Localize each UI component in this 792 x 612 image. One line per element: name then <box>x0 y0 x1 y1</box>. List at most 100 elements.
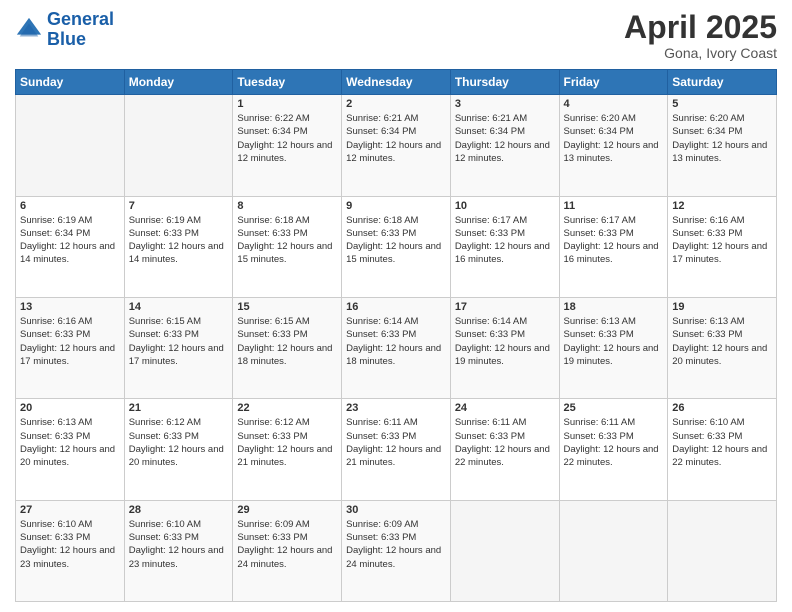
day-info: Sunrise: 6:22 AMSunset: 6:34 PMDaylight:… <box>237 112 337 165</box>
day-info: Sunrise: 6:15 AMSunset: 6:33 PMDaylight:… <box>129 315 229 368</box>
day-info: Sunrise: 6:17 AMSunset: 6:33 PMDaylight:… <box>455 214 555 267</box>
day-info: Sunrise: 6:10 AMSunset: 6:33 PMDaylight:… <box>672 416 772 469</box>
calendar-week-row: 13 Sunrise: 6:16 AMSunset: 6:33 PMDayligh… <box>16 297 777 398</box>
day-number: 29 <box>237 504 337 516</box>
day-info: Sunrise: 6:11 AMSunset: 6:33 PMDaylight:… <box>455 416 555 469</box>
calendar-cell: 11 Sunrise: 6:17 AMSunset: 6:33 PMDayligh… <box>559 196 668 297</box>
day-number: 10 <box>455 200 555 212</box>
calendar-cell: 24 Sunrise: 6:11 AMSunset: 6:33 PMDayligh… <box>450 399 559 500</box>
calendar-cell: 2 Sunrise: 6:21 AMSunset: 6:34 PMDaylight… <box>342 95 451 196</box>
calendar-dow-friday: Friday <box>559 70 668 95</box>
day-info: Sunrise: 6:09 AMSunset: 6:33 PMDaylight:… <box>237 518 337 571</box>
day-number: 25 <box>564 402 664 414</box>
calendar-table: SundayMondayTuesdayWednesdayThursdayFrid… <box>15 69 777 602</box>
day-number: 22 <box>237 402 337 414</box>
day-number: 13 <box>20 301 120 313</box>
day-number: 2 <box>346 98 446 110</box>
header: General Blue April 2025 Gona, Ivory Coas… <box>15 10 777 61</box>
day-info: Sunrise: 6:18 AMSunset: 6:33 PMDaylight:… <box>346 214 446 267</box>
day-number: 28 <box>129 504 229 516</box>
day-info: Sunrise: 6:13 AMSunset: 6:33 PMDaylight:… <box>564 315 664 368</box>
calendar-header-row: SundayMondayTuesdayWednesdayThursdayFrid… <box>16 70 777 95</box>
day-number: 3 <box>455 98 555 110</box>
day-number: 11 <box>564 200 664 212</box>
logo-icon <box>15 16 43 44</box>
day-info: Sunrise: 6:19 AMSunset: 6:34 PMDaylight:… <box>20 214 120 267</box>
day-number: 8 <box>237 200 337 212</box>
calendar-cell: 18 Sunrise: 6:13 AMSunset: 6:33 PMDayligh… <box>559 297 668 398</box>
day-info: Sunrise: 6:10 AMSunset: 6:33 PMDaylight:… <box>129 518 229 571</box>
day-number: 20 <box>20 402 120 414</box>
calendar-dow-wednesday: Wednesday <box>342 70 451 95</box>
day-info: Sunrise: 6:20 AMSunset: 6:34 PMDaylight:… <box>672 112 772 165</box>
day-number: 23 <box>346 402 446 414</box>
logo-line1: General <box>47 9 114 29</box>
calendar-cell: 8 Sunrise: 6:18 AMSunset: 6:33 PMDaylight… <box>233 196 342 297</box>
day-info: Sunrise: 6:10 AMSunset: 6:33 PMDaylight:… <box>20 518 120 571</box>
day-number: 18 <box>564 301 664 313</box>
day-info: Sunrise: 6:21 AMSunset: 6:34 PMDaylight:… <box>455 112 555 165</box>
day-info: Sunrise: 6:14 AMSunset: 6:33 PMDaylight:… <box>346 315 446 368</box>
calendar-cell: 16 Sunrise: 6:14 AMSunset: 6:33 PMDayligh… <box>342 297 451 398</box>
calendar-cell: 6 Sunrise: 6:19 AMSunset: 6:34 PMDaylight… <box>16 196 125 297</box>
calendar-cell: 29 Sunrise: 6:09 AMSunset: 6:33 PMDayligh… <box>233 500 342 601</box>
calendar-cell: 17Sunrise: 6:14 AMSunset: 6:33 PMDayligh… <box>450 297 559 398</box>
calendar-cell: 26 Sunrise: 6:10 AMSunset: 6:33 PMDayligh… <box>668 399 777 500</box>
day-info: Sunrise: 6:17 AMSunset: 6:33 PMDaylight:… <box>564 214 664 267</box>
day-number: 24 <box>455 402 555 414</box>
day-info: Sunrise: 6:13 AMSunset: 6:33 PMDaylight:… <box>672 315 772 368</box>
day-info: Sunrise: 6:18 AMSunset: 6:33 PMDaylight:… <box>237 214 337 267</box>
calendar-cell: 10 Sunrise: 6:17 AMSunset: 6:33 PMDayligh… <box>450 196 559 297</box>
day-info: Sunrise: 6:12 AMSunset: 6:33 PMDaylight:… <box>237 416 337 469</box>
day-number: 7 <box>129 200 229 212</box>
calendar-cell <box>16 95 125 196</box>
day-number: 16 <box>346 301 446 313</box>
calendar-cell: 7Sunrise: 6:19 AMSunset: 6:33 PMDaylight… <box>124 196 233 297</box>
calendar-week-row: 6 Sunrise: 6:19 AMSunset: 6:34 PMDaylight… <box>16 196 777 297</box>
calendar-cell: 21Sunrise: 6:12 AMSunset: 6:33 PMDayligh… <box>124 399 233 500</box>
day-info: Sunrise: 6:21 AMSunset: 6:34 PMDaylight:… <box>346 112 446 165</box>
logo-text: General Blue <box>47 10 114 50</box>
day-number: 30 <box>346 504 446 516</box>
day-info: Sunrise: 6:11 AMSunset: 6:33 PMDaylight:… <box>564 416 664 469</box>
calendar-cell: 25 Sunrise: 6:11 AMSunset: 6:33 PMDayligh… <box>559 399 668 500</box>
calendar-cell: 14 Sunrise: 6:15 AMSunset: 6:33 PMDayligh… <box>124 297 233 398</box>
day-info: Sunrise: 6:11 AMSunset: 6:33 PMDaylight:… <box>346 416 446 469</box>
calendar-dow-tuesday: Tuesday <box>233 70 342 95</box>
calendar-cell: 23 Sunrise: 6:11 AMSunset: 6:33 PMDayligh… <box>342 399 451 500</box>
day-info: Sunrise: 6:14 AMSunset: 6:33 PMDaylight:… <box>455 315 555 368</box>
day-number: 14 <box>129 301 229 313</box>
calendar-week-row: 27 Sunrise: 6:10 AMSunset: 6:33 PMDayligh… <box>16 500 777 601</box>
day-number: 5 <box>672 98 772 110</box>
day-info: Sunrise: 6:13 AMSunset: 6:33 PMDaylight:… <box>20 416 120 469</box>
day-number: 4 <box>564 98 664 110</box>
day-number: 6 <box>20 200 120 212</box>
calendar-cell: 28 Sunrise: 6:10 AMSunset: 6:33 PMDayligh… <box>124 500 233 601</box>
day-number: 12 <box>672 200 772 212</box>
calendar-cell <box>450 500 559 601</box>
calendar-cell: 22 Sunrise: 6:12 AMSunset: 6:33 PMDayligh… <box>233 399 342 500</box>
day-info: Sunrise: 6:15 AMSunset: 6:33 PMDaylight:… <box>237 315 337 368</box>
day-info: Sunrise: 6:20 AMSunset: 6:34 PMDaylight:… <box>564 112 664 165</box>
day-number: 15 <box>237 301 337 313</box>
calendar-week-row: 1Sunrise: 6:22 AMSunset: 6:34 PMDaylight… <box>16 95 777 196</box>
calendar-cell: 3 Sunrise: 6:21 AMSunset: 6:34 PMDaylight… <box>450 95 559 196</box>
day-info: Sunrise: 6:09 AMSunset: 6:33 PMDaylight:… <box>346 518 446 571</box>
calendar-cell: 4 Sunrise: 6:20 AMSunset: 6:34 PMDaylight… <box>559 95 668 196</box>
day-number: 26 <box>672 402 772 414</box>
calendar-cell: 15 Sunrise: 6:15 AMSunset: 6:33 PMDayligh… <box>233 297 342 398</box>
day-info: Sunrise: 6:12 AMSunset: 6:33 PMDaylight:… <box>129 416 229 469</box>
calendar-cell <box>559 500 668 601</box>
calendar-week-row: 20 Sunrise: 6:13 AMSunset: 6:33 PMDayligh… <box>16 399 777 500</box>
day-number: 27 <box>20 504 120 516</box>
day-number: 9 <box>346 200 446 212</box>
day-info: Sunrise: 6:16 AMSunset: 6:33 PMDaylight:… <box>20 315 120 368</box>
calendar-cell: 20 Sunrise: 6:13 AMSunset: 6:33 PMDayligh… <box>16 399 125 500</box>
calendar-dow-monday: Monday <box>124 70 233 95</box>
location-subtitle: Gona, Ivory Coast <box>624 45 777 61</box>
calendar-dow-saturday: Saturday <box>668 70 777 95</box>
day-number: 19 <box>672 301 772 313</box>
calendar-dow-thursday: Thursday <box>450 70 559 95</box>
calendar-dow-sunday: Sunday <box>16 70 125 95</box>
page: General Blue April 2025 Gona, Ivory Coas… <box>0 0 792 612</box>
